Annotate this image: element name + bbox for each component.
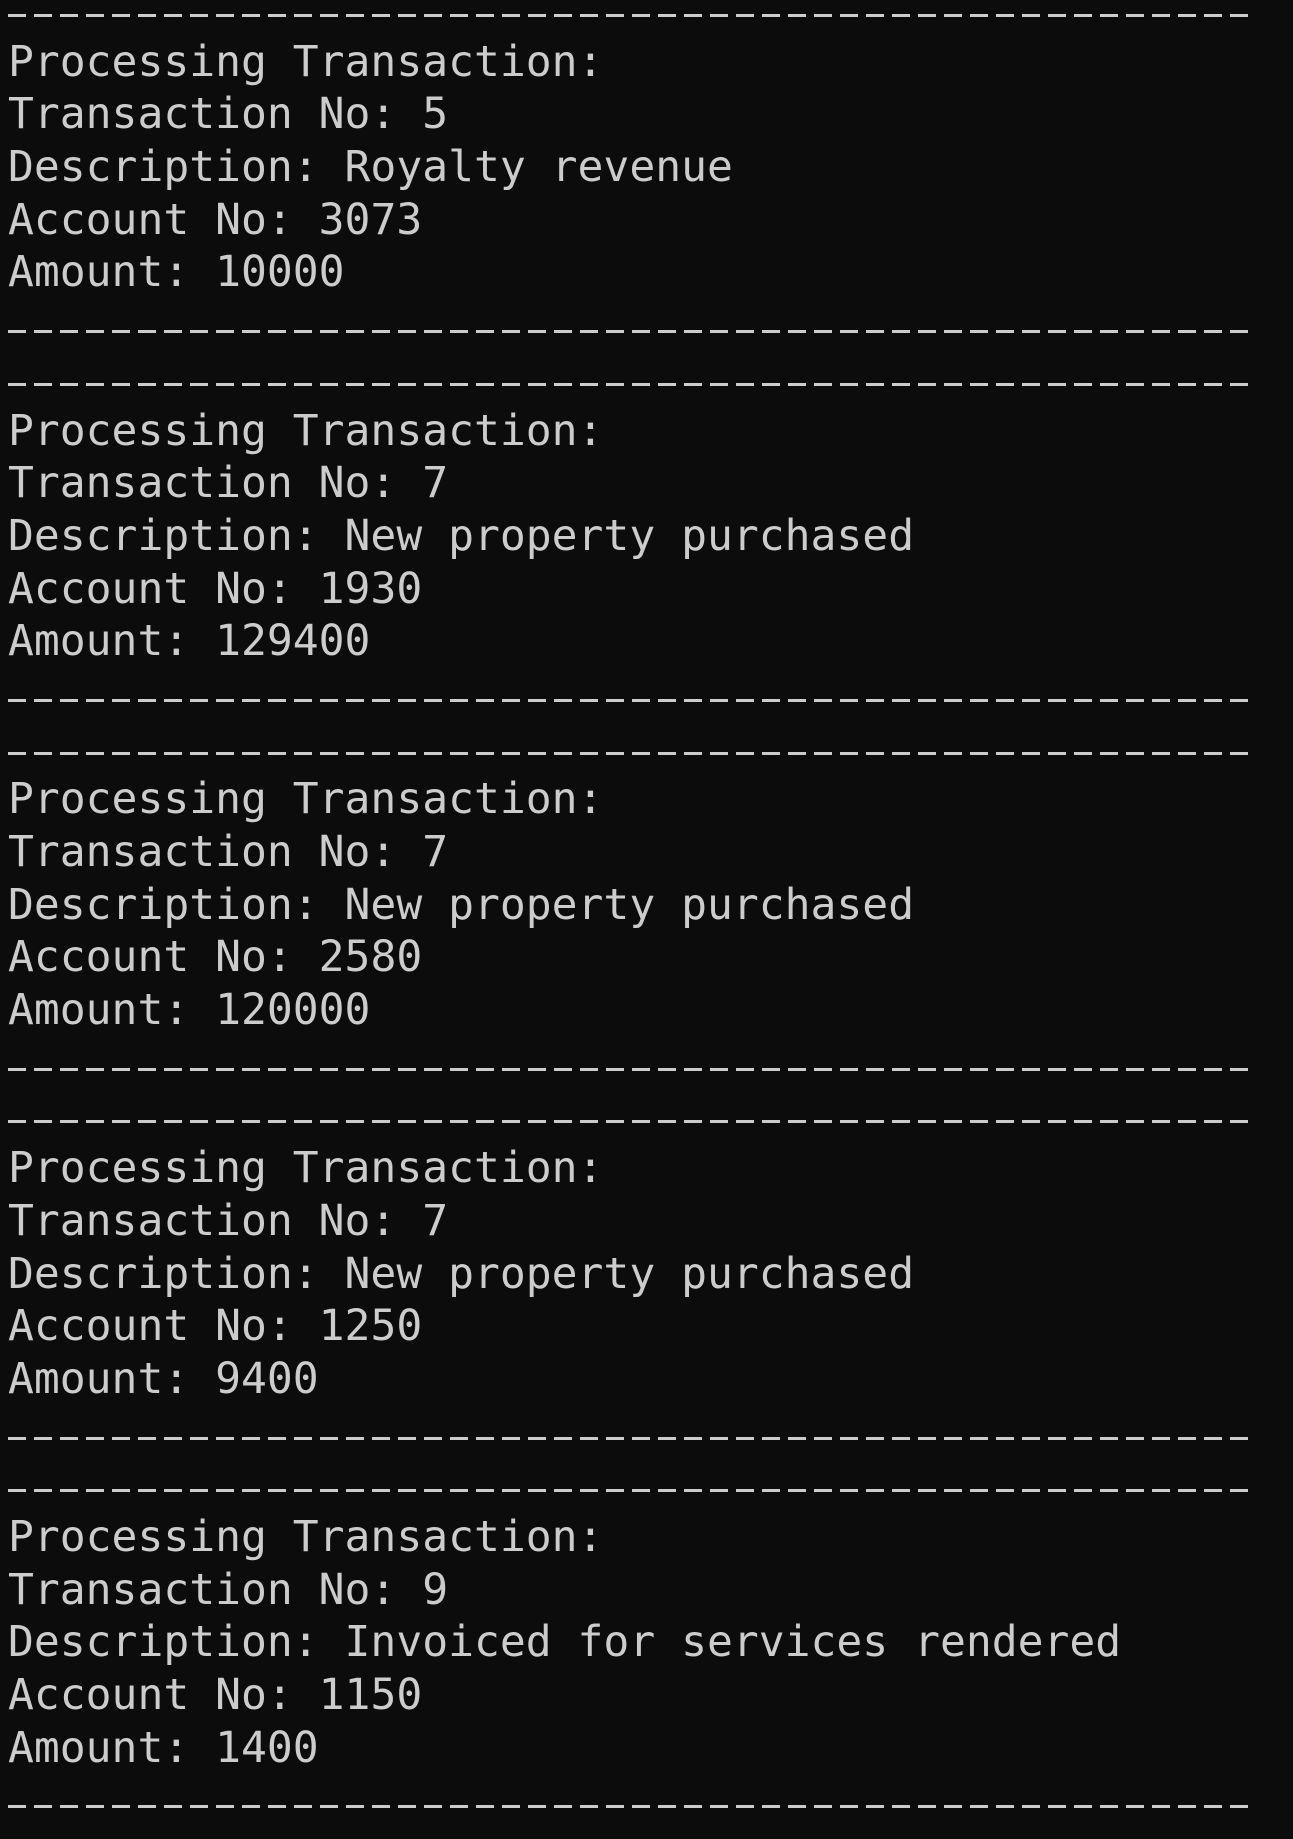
transaction-no-value: 5 (422, 89, 449, 140)
transaction-no-line: Transaction No: 7 (8, 457, 1253, 510)
amount-value: 129400 (215, 616, 371, 667)
amount-label: Amount: (8, 247, 216, 298)
account-no-label: Account No: (8, 932, 319, 983)
separator-line (8, 721, 1253, 774)
description-line: Description: New property purchased (8, 510, 1253, 563)
transaction-block: Processing Transaction: Transaction No: … (8, 0, 1253, 352)
transaction-no-line: Transaction No: 7 (8, 1195, 1253, 1248)
account-no-value: 1150 (318, 1670, 423, 1720)
amount-label: Amount: (8, 616, 216, 667)
separator-line (8, 1089, 1253, 1142)
transaction-block: Processing Transaction: Transaction No: … (8, 721, 1253, 1090)
description-line: Description: New property purchased (8, 1248, 1253, 1301)
description-value: Invoiced for services rendered (344, 1617, 1122, 1668)
description-label: Description: (8, 1248, 345, 1299)
transaction-no-label: Transaction No: (8, 1564, 423, 1615)
separator-line (8, 352, 1253, 405)
transaction-no-line: Transaction No: 5 (8, 88, 1253, 141)
account-no-label: Account No: (8, 563, 319, 614)
transaction-no-label: Transaction No: (8, 1195, 423, 1246)
separator-line (8, 1458, 1253, 1511)
processing-heading: Processing Transaction: (8, 405, 604, 456)
amount-label: Amount: (8, 1353, 216, 1404)
account-no-value: 2580 (318, 932, 423, 983)
description-value: New property purchased (344, 1248, 915, 1299)
transaction-no-value: 7 (422, 458, 449, 509)
amount-value: 120000 (215, 985, 371, 1036)
description-value: Royalty revenue (344, 142, 733, 193)
separator-line (8, 0, 1253, 36)
separator-line (8, 1037, 1253, 1090)
transaction-no-line: Transaction No: 9 (8, 1564, 1253, 1617)
description-line: Description: Royalty revenue (8, 141, 1253, 194)
separator-line (8, 299, 1253, 352)
amount-line: Amount: 9400 (8, 1353, 1253, 1406)
description-label: Description: (8, 879, 345, 930)
transaction-no-value: 9 (422, 1564, 449, 1615)
transaction-no-value: 7 (422, 827, 449, 877)
amount-line: Amount: 120000 (8, 984, 1253, 1037)
transaction-no-label: Transaction No: (8, 458, 423, 509)
separator-line (8, 1774, 1253, 1827)
description-label: Description: (8, 510, 345, 561)
amount-label: Amount: (8, 1722, 216, 1773)
account-no-line: Account No: 1930 (8, 563, 1253, 616)
transaction-block: Processing Transaction: Transaction No: … (8, 352, 1253, 721)
amount-value: 1400 (215, 1722, 319, 1773)
transaction-block: Processing Transaction: Transaction No: … (8, 1089, 1253, 1458)
transaction-block: Processing Transaction: Transaction No: … (8, 1458, 1253, 1827)
account-no-label: Account No: (8, 1301, 319, 1352)
terminal-window[interactable]: Processing Transaction: Transaction No: … (0, 0, 1293, 1839)
amount-value: 10000 (215, 247, 345, 298)
transaction-no-line: Transaction No: 7 (8, 826, 1253, 879)
description-label: Description: (8, 1617, 345, 1668)
amount-line: Amount: 1400 (8, 1722, 1253, 1775)
amount-line: Amount: 10000 (8, 246, 1253, 299)
account-no-value: 1930 (318, 563, 423, 614)
processing-heading: Processing Transaction: (8, 36, 604, 87)
description-line: Description: Invoiced for services rende… (8, 1616, 1253, 1669)
account-no-value: 1250 (318, 1301, 423, 1352)
transaction-no-label: Transaction No: (8, 827, 423, 877)
account-no-label: Account No: (8, 1670, 319, 1720)
processing-heading: Processing Transaction: (8, 1143, 604, 1194)
processing-heading: Processing Transaction: (8, 774, 604, 825)
description-line: Description: New property purchased (8, 879, 1253, 932)
separator-line (8, 668, 1253, 721)
transaction-no-value: 7 (422, 1195, 449, 1246)
account-no-line: Account No: 1250 (8, 1300, 1253, 1353)
account-no-line: Account No: 2580 (8, 931, 1253, 984)
account-no-value: 3073 (318, 194, 423, 245)
description-label: Description: (8, 142, 345, 193)
description-value: New property purchased (344, 879, 915, 930)
transaction-no-label: Transaction No: (8, 89, 423, 140)
account-no-line: Account No: 1150 (8, 1669, 1253, 1722)
amount-value: 9400 (215, 1353, 319, 1404)
separator-line (8, 1406, 1253, 1459)
account-no-label: Account No: (8, 194, 319, 245)
description-value: New property purchased (344, 510, 915, 561)
amount-line: Amount: 129400 (8, 615, 1253, 668)
processing-heading: Processing Transaction: (8, 1511, 604, 1562)
amount-label: Amount: (8, 985, 216, 1036)
account-no-line: Account No: 3073 (8, 194, 1253, 247)
terminal-output: Processing Transaction: Transaction No: … (8, 0, 1253, 1827)
